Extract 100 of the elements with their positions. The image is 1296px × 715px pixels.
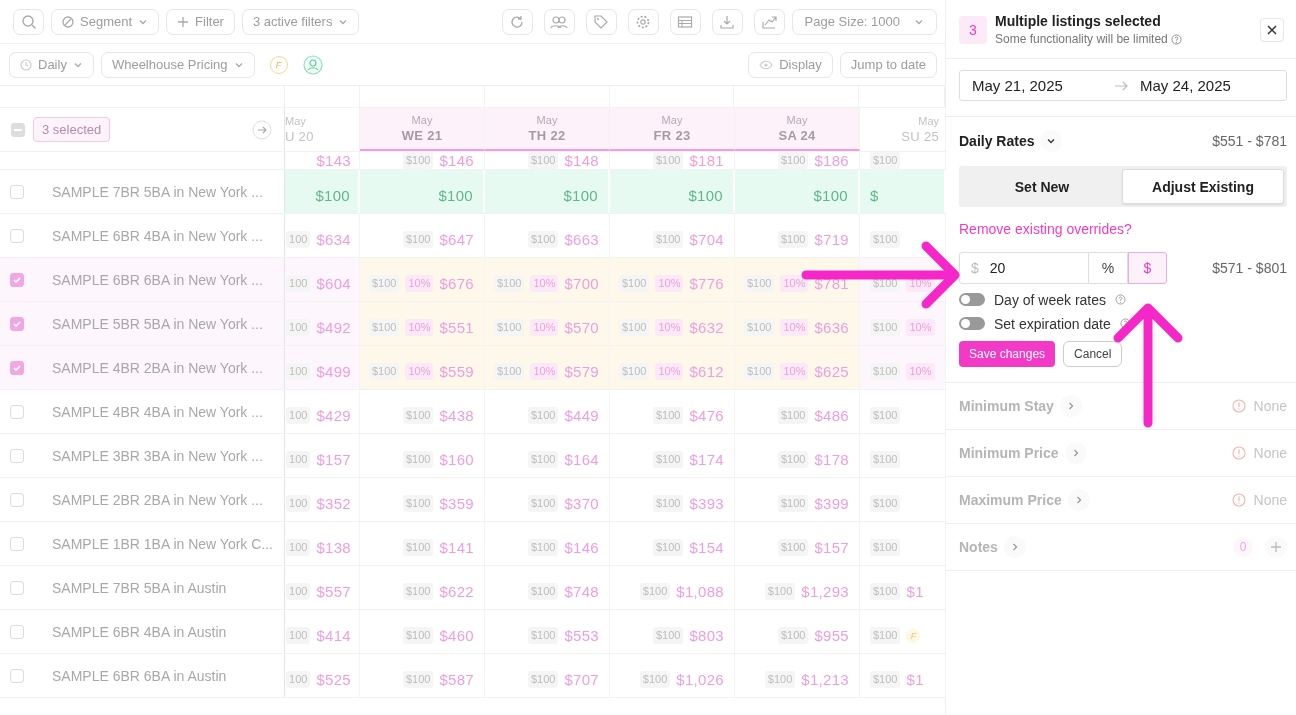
save-button[interactable]: Save changes — [959, 341, 1056, 367]
price-text[interactable]: $776 — [689, 275, 724, 292]
listing-name[interactable]: SAMPLE 1BR 1BA in New York C... — [52, 535, 273, 552]
table-button[interactable] — [669, 8, 701, 35]
price-text[interactable]: $148 — [564, 152, 599, 169]
help-icon[interactable] — [1170, 33, 1182, 45]
date-header[interactable]: May SU 25 — [860, 108, 946, 151]
price-text[interactable]: $707 — [564, 671, 599, 688]
jump-to-date-button[interactable]: Jump to date — [839, 51, 937, 78]
page-size-dropdown[interactable]: Page Size: 1000 — [791, 8, 937, 35]
price-text[interactable]: $146 — [439, 152, 474, 169]
price-text[interactable]: $748 — [564, 583, 599, 600]
mode-tab[interactable]: Adjust Existing — [1122, 169, 1284, 204]
price-text[interactable]: $164 — [564, 451, 599, 468]
price-text[interactable]: $100 — [813, 187, 848, 204]
download-button[interactable] — [711, 8, 743, 35]
price-text[interactable]: $174 — [689, 451, 724, 468]
price-text[interactable]: $955 — [814, 627, 849, 644]
segment-dropdown[interactable]: Segment — [51, 8, 160, 35]
price-text[interactable]: $154 — [689, 539, 724, 556]
price-text[interactable]: $612 — [689, 363, 724, 380]
price-text[interactable]: $146 — [564, 539, 599, 556]
price-text[interactable]: $570 — [564, 319, 599, 336]
search-button[interactable] — [13, 8, 44, 35]
listing-name[interactable]: SAMPLE 6BR 4BA in New York ... — [52, 227, 263, 244]
date-range-field[interactable]: May 21, 2025 May 24, 2025 — [959, 70, 1287, 101]
price-text[interactable]: $587 — [439, 671, 474, 688]
display-button[interactable]: Display — [748, 51, 833, 78]
add-note-button[interactable] — [1265, 536, 1287, 558]
listing-name[interactable]: SAMPLE 3BR 3BA in New York ... — [52, 447, 263, 464]
price-text[interactable]: $499 — [316, 363, 351, 380]
period-dropdown[interactable]: Daily — [9, 51, 94, 78]
price-text[interactable]: $460 — [439, 627, 474, 644]
price-text[interactable]: $186 — [814, 152, 849, 169]
date-header[interactable]: May WE 21 — [360, 108, 485, 151]
date-header[interactable]: May TH 22 — [485, 108, 610, 151]
price-text[interactable]: $553 — [564, 627, 599, 644]
close-button[interactable] — [1260, 18, 1284, 42]
pricing-dropdown[interactable]: Wheelhouse Pricing — [100, 51, 255, 78]
price-text[interactable]: $138 — [316, 539, 351, 556]
price-text[interactable]: $676 — [439, 275, 474, 292]
price-text[interactable]: $160 — [439, 451, 474, 468]
price-text[interactable]: $414 — [316, 627, 351, 644]
user-icon[interactable] — [302, 54, 323, 75]
price-text[interactable]: $1,293 — [801, 583, 849, 600]
price-text[interactable]: $141 — [439, 539, 474, 556]
toggle-switch[interactable] — [959, 317, 985, 330]
price-text[interactable]: $557 — [316, 583, 351, 600]
price-text[interactable]: $100 — [563, 187, 598, 204]
price-text[interactable]: $449 — [564, 407, 599, 424]
toggle-switch[interactable] — [959, 293, 985, 306]
row-checkbox[interactable] — [10, 404, 24, 419]
price-text[interactable]: $492 — [316, 319, 351, 336]
price-text[interactable]: $486 — [814, 407, 849, 424]
select-all-checkbox[interactable] — [11, 122, 25, 137]
price-text[interactable]: $181 — [689, 152, 724, 169]
row-checkbox[interactable] — [10, 448, 24, 463]
cancel-button[interactable]: Cancel — [1063, 341, 1123, 367]
expand-button[interactable] — [1040, 130, 1063, 152]
price-text[interactable]: $1,213 — [801, 671, 849, 688]
listing-name[interactable]: SAMPLE 2BR 2BA in New York ... — [52, 491, 263, 508]
row-checkbox[interactable] — [10, 624, 24, 639]
amount-field[interactable]: $ 20 — [959, 252, 1089, 284]
price-text[interactable]: $559 — [439, 363, 474, 380]
help-icon[interactable] — [1119, 318, 1131, 329]
arrow-right-icon[interactable] — [252, 119, 272, 140]
price-text[interactable]: $803 — [689, 627, 724, 644]
date-header[interactable]: May FR 23 — [610, 108, 735, 151]
price-text[interactable]: $370 — [564, 495, 599, 512]
listing-name[interactable]: SAMPLE 7BR 5BA in Austin — [52, 579, 227, 596]
price-text[interactable]: $157 — [316, 451, 351, 468]
price-text[interactable]: $632 — [689, 319, 724, 336]
mode-tab[interactable]: Set New — [962, 169, 1122, 204]
price-text[interactable]: $700 — [564, 275, 599, 292]
price-text[interactable]: $157 — [814, 539, 849, 556]
price-text[interactable]: $399 — [814, 495, 849, 512]
price-text[interactable]: $719 — [814, 231, 849, 248]
price-text[interactable]: $393 — [689, 495, 724, 512]
listing-name[interactable]: SAMPLE 6BR 6BA in Austin — [52, 667, 227, 684]
price-text[interactable]: $ — [870, 187, 879, 204]
price-text[interactable]: $352 — [316, 495, 351, 512]
listing-name[interactable]: SAMPLE 6BR 4BA in Austin — [52, 623, 227, 640]
price-text[interactable]: $647 — [439, 231, 474, 248]
price-text[interactable]: $1 — [906, 671, 924, 688]
filter-button[interactable]: Filter — [166, 8, 235, 35]
settings-button[interactable] — [627, 8, 659, 35]
price-text[interactable]: $438 — [439, 407, 474, 424]
price-text[interactable]: $663 — [564, 231, 599, 248]
price-text[interactable]: $634 — [316, 231, 351, 248]
row-checkbox[interactable] — [10, 360, 24, 375]
price-text[interactable]: $100 — [438, 187, 473, 204]
refresh-button[interactable] — [501, 8, 533, 35]
price-text[interactable]: $100 — [688, 187, 723, 204]
unit-button[interactable]: $ — [1128, 252, 1167, 284]
price-text[interactable]: $525 — [316, 671, 351, 688]
row-checkbox[interactable] — [10, 272, 24, 287]
price-text[interactable]: $429 — [316, 407, 351, 424]
price-text[interactable]: $579 — [564, 363, 599, 380]
price-text[interactable]: $604 — [316, 275, 351, 292]
tag-button[interactable] — [585, 8, 617, 35]
